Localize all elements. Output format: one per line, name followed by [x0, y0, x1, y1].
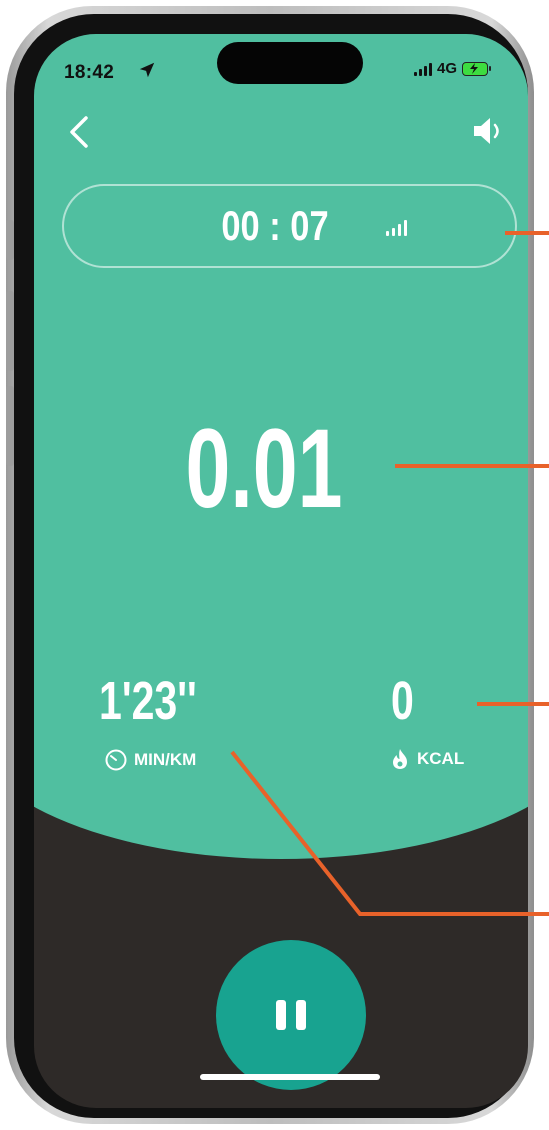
pace-callout-line — [230, 750, 549, 916]
callout-lines — [230, 231, 549, 916]
